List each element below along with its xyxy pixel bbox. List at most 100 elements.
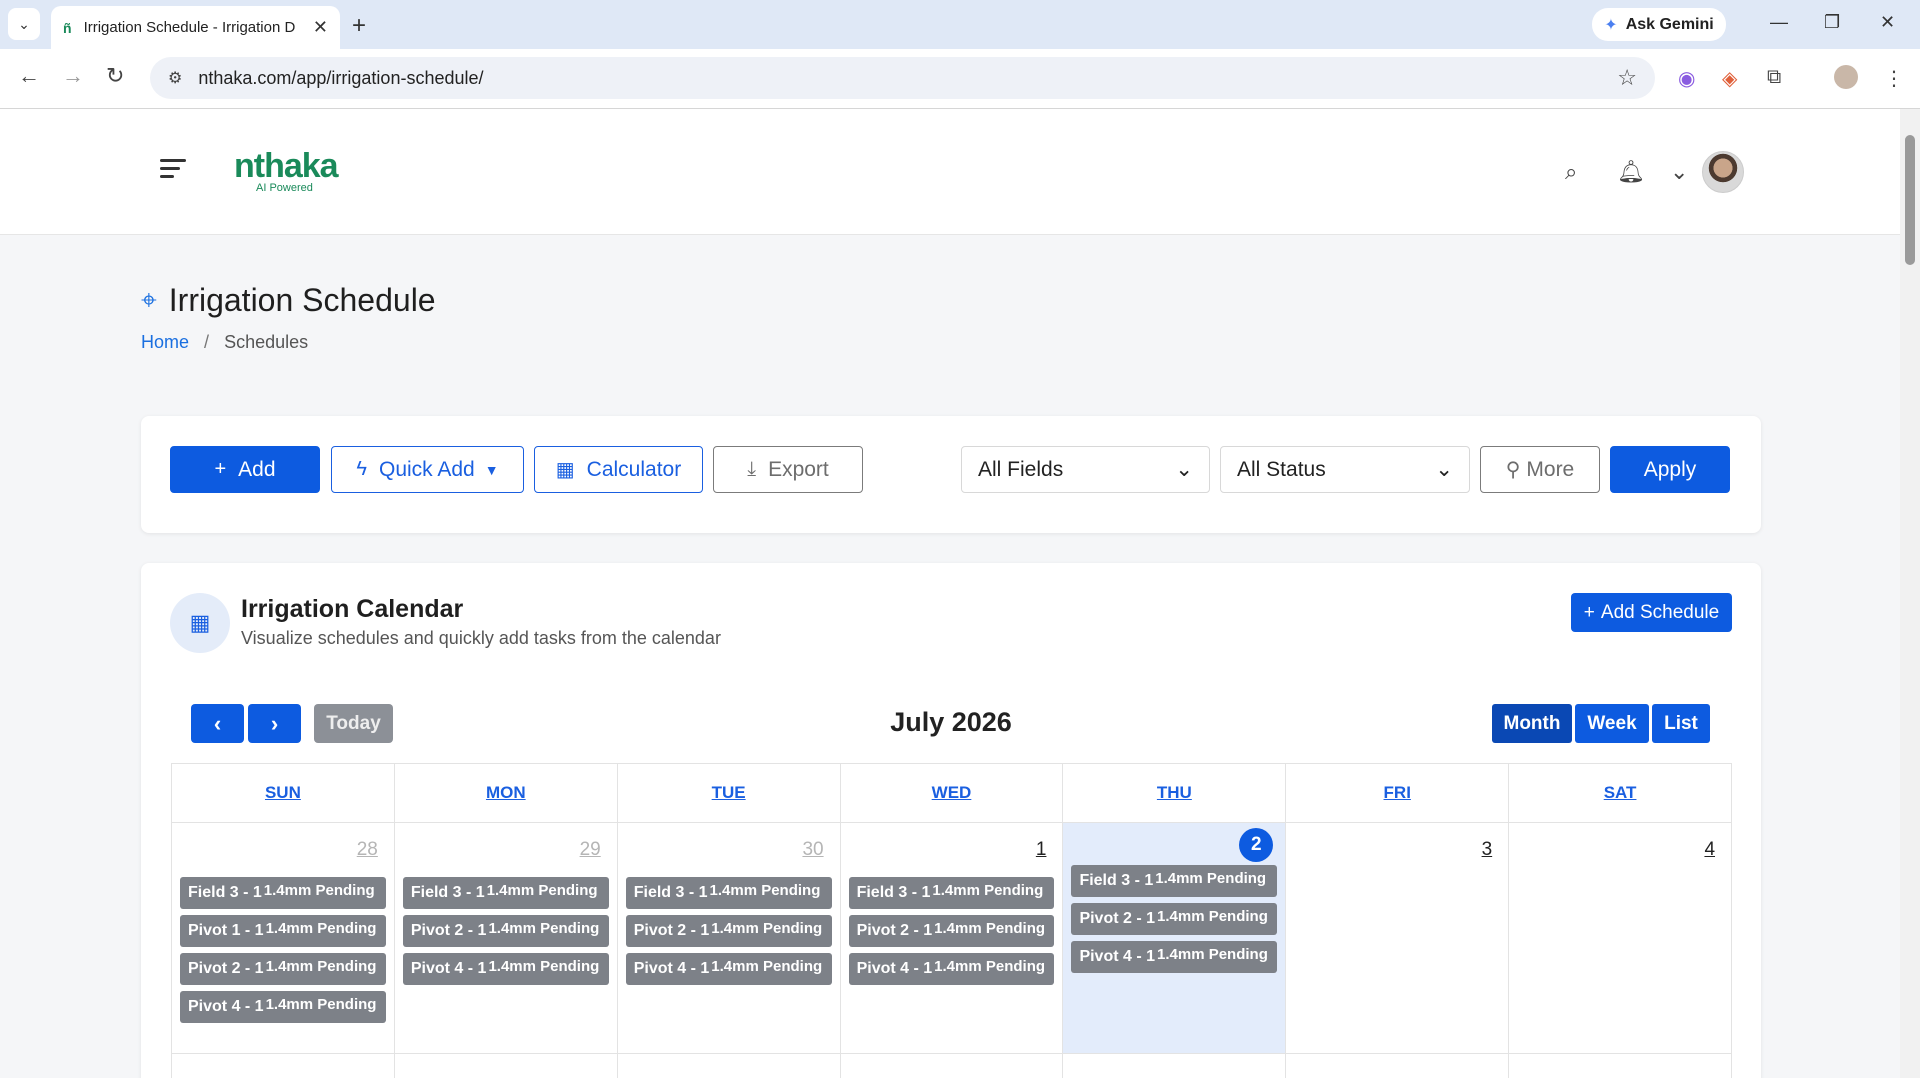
user-avatar[interactable] (1702, 151, 1744, 193)
calendar-day-cell[interactable] (395, 1054, 618, 1078)
weekday-header-wed[interactable]: WED (841, 764, 1064, 822)
address-bar[interactable]: ⚙ nthaka.com/app/irrigation-schedule/ ☆ (150, 57, 1655, 99)
calendar-day-cell[interactable] (1063, 1054, 1287, 1078)
view-week-button[interactable]: Week (1575, 704, 1649, 743)
chevron-left-icon: ‹ (213, 710, 222, 736)
event-status: 1.4mm Pending (265, 919, 377, 937)
prev-month-button[interactable]: ‹ (191, 704, 244, 743)
quick-add-button[interactable]: ϟ Quick Add ▼ (331, 446, 524, 493)
extension-brain-icon[interactable]: ◉ (1678, 66, 1695, 91)
breadcrumb-home[interactable]: Home (141, 332, 189, 352)
event-name: Pivot 4 - 1 (1079, 948, 1156, 965)
export-button[interactable]: ⤓ Export (713, 446, 863, 493)
close-window-icon[interactable]: ✕ (1880, 12, 1895, 33)
day-number[interactable]: 4 (1704, 839, 1715, 861)
back-icon[interactable]: ← (18, 63, 40, 89)
calendar-day-cell[interactable]: 4 (1509, 823, 1733, 1053)
day-number[interactable]: 29 (580, 839, 601, 861)
calendar-day-cell[interactable]: 1 Field 3 - 1 1.4mm Pending Pivot 2 - 1 1.4m… (841, 823, 1064, 1053)
search-icon[interactable]: ⌕ (1565, 159, 1577, 185)
apply-button[interactable]: Apply (1610, 446, 1730, 493)
chevron-down-icon[interactable]: ⌄ (1670, 159, 1688, 185)
schedule-event[interactable]: Pivot 4 - 1 1.4mm Pending (848, 953, 1055, 985)
extension-hat-icon[interactable]: ◈ (1722, 66, 1737, 91)
schedule-event[interactable]: Field 3 - 1 1.4mm Pending (1071, 865, 1278, 897)
breadcrumb-separator: / (204, 332, 210, 352)
schedule-event[interactable]: Field 3 - 1 1.4mm Pending (848, 877, 1055, 909)
sidebar-toggle-icon[interactable] (160, 159, 186, 183)
schedule-event[interactable]: Pivot 4 - 1 1.4mm Pending (625, 953, 832, 985)
schedule-event[interactable]: Pivot 4 - 1 1.4mm Pending (1071, 941, 1278, 973)
day-number[interactable]: 2 (1239, 828, 1274, 862)
schedule-event[interactable]: Pivot 2 - 1 1.4mm Pending (180, 953, 386, 985)
calendar-day-cell[interactable] (618, 1054, 841, 1078)
weekday-header-sun[interactable]: SUN (172, 764, 395, 822)
calendar-day-cell[interactable]: 2 Field 3 - 1 1.4mm Pending Pivot 2 - 1 1.4m… (1063, 823, 1287, 1053)
scrollbar-thumb[interactable] (1905, 135, 1915, 265)
add-schedule-button[interactable]: + Add Schedule (1571, 593, 1732, 632)
menu-kebab-icon[interactable]: ⋮ (1884, 66, 1904, 91)
schedule-event[interactable]: Pivot 2 - 1 1.4mm Pending (848, 915, 1055, 947)
schedule-event[interactable]: Field 3 - 1 1.4mm Pending (625, 877, 832, 909)
today-button[interactable]: Today (314, 704, 393, 743)
ask-gemini-button[interactable]: ✦ Ask Gemini (1592, 8, 1726, 41)
calendar-day-cell[interactable]: 30 Field 3 - 1 1.4mm Pending Pivot 2 - 1 1.4… (618, 823, 841, 1053)
reload-icon[interactable]: ↻ (106, 63, 124, 89)
weekday-header-sat[interactable]: SAT (1509, 764, 1731, 822)
calendar-title: Irrigation Calendar (241, 595, 464, 623)
day-number[interactable]: 30 (802, 839, 823, 861)
calendar-day-cell[interactable]: 3 (1286, 823, 1510, 1053)
favicon-icon: ñ (63, 19, 72, 36)
more-filters-button[interactable]: ⚲ More (1480, 446, 1600, 493)
add-button[interactable]: + Add (170, 446, 320, 493)
bell-icon[interactable]: 🔔︎ (1617, 159, 1645, 185)
event-name: Field 3 - 1 (856, 884, 931, 901)
calculator-button[interactable]: ▦ Calculator (534, 446, 703, 493)
event-status: 1.4mm Pending (932, 881, 1044, 899)
schedule-event[interactable]: Pivot 2 - 1 1.4mm Pending (1071, 903, 1278, 935)
status-select-value: All Status (1237, 457, 1326, 481)
calendar-day-cell[interactable] (1509, 1054, 1733, 1078)
calendar-day-cell[interactable]: 28 Field 3 - 1 1.4mm Pending Pivot 1 - 1 1.4… (172, 823, 395, 1053)
day-number[interactable]: 1 (1036, 839, 1047, 861)
profile-avatar[interactable] (1834, 65, 1858, 89)
schedule-event[interactable]: Pivot 4 - 1 1.4mm Pending (180, 991, 386, 1023)
close-tab-icon[interactable]: ✕ (313, 17, 328, 38)
calendar-day-cell[interactable]: 29 Field 3 - 1 1.4mm Pending Pivot 2 - 1 1.4… (395, 823, 618, 1053)
schedule-event[interactable]: Pivot 2 - 1 1.4mm Pending (402, 915, 609, 947)
weekday-header-thu[interactable]: THU (1063, 764, 1287, 822)
browser-tab[interactable]: ñ Irrigation Schedule - Irrigation D ✕ (51, 6, 340, 49)
extensions-puzzle-icon[interactable]: ⧉ (1767, 66, 1781, 89)
restore-icon[interactable]: ❐ (1824, 12, 1840, 33)
logo[interactable]: nthaka AI Powered (234, 147, 339, 194)
schedule-event[interactable]: Pivot 4 - 1 1.4mm Pending (402, 953, 609, 985)
calendar-day-cell[interactable] (172, 1054, 395, 1078)
schedule-event[interactable]: Field 3 - 1 1.4mm Pending (402, 877, 609, 909)
url-text: nthaka.com/app/irrigation-schedule/ (198, 67, 484, 88)
day-number[interactable]: 28 (357, 839, 378, 861)
minimize-icon[interactable]: — (1770, 12, 1788, 33)
status-select[interactable]: All Status ⌄ (1220, 446, 1470, 493)
forward-icon[interactable]: → (62, 63, 84, 89)
calendar-day-cell[interactable] (841, 1054, 1064, 1078)
gemini-spark-icon: ✦ (1604, 16, 1618, 34)
schedule-event[interactable]: Pivot 2 - 1 1.4mm Pending (625, 915, 832, 947)
tab-search-button[interactable]: ⌄ (8, 8, 40, 40)
calculator-label: Calculator (586, 457, 682, 481)
new-tab-button[interactable]: + (352, 12, 366, 40)
view-list-button[interactable]: List (1652, 704, 1710, 743)
calendar-day-cell[interactable] (1286, 1054, 1510, 1078)
weekday-header-mon[interactable]: MON (395, 764, 618, 822)
calendar-icon: ▦ (170, 593, 230, 653)
site-info-icon[interactable]: ⚙ (168, 68, 182, 88)
event-name: Pivot 4 - 1 (410, 960, 487, 977)
view-month-button[interactable]: Month (1492, 704, 1572, 743)
weekday-header-tue[interactable]: TUE (618, 764, 841, 822)
day-number[interactable]: 3 (1482, 839, 1493, 861)
schedule-event[interactable]: Pivot 1 - 1 1.4mm Pending (180, 915, 386, 947)
weekday-header-fri[interactable]: FRI (1286, 764, 1510, 822)
bookmark-star-icon[interactable]: ☆ (1617, 65, 1637, 91)
fields-select[interactable]: All Fields ⌄ (961, 446, 1210, 493)
schedule-event[interactable]: Field 3 - 1 1.4mm Pending (180, 877, 386, 909)
next-month-button[interactable]: › (248, 704, 301, 743)
